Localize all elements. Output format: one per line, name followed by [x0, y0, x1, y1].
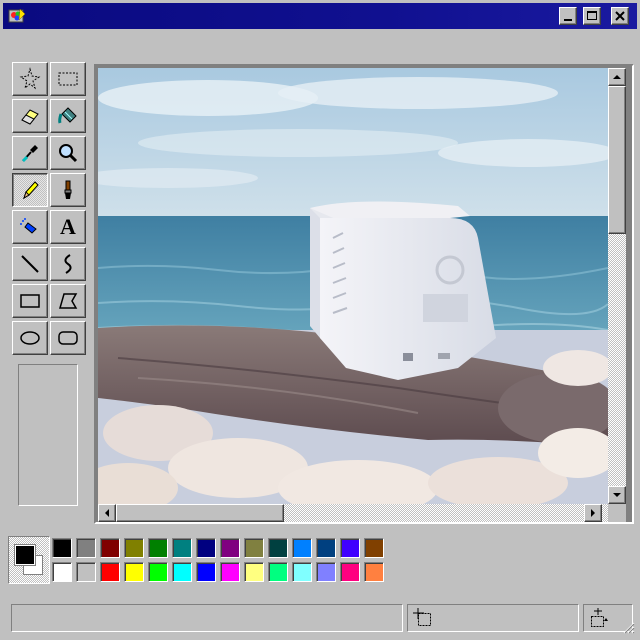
rect-select-icon [58, 72, 78, 86]
arrow-right-icon [591, 509, 595, 517]
minimize-icon [564, 19, 572, 21]
canvas-photo [98, 68, 608, 504]
current-colors[interactable] [8, 536, 50, 584]
resize-grip-icon[interactable] [621, 620, 635, 634]
maximize-button[interactable] [583, 7, 601, 25]
rounded-rect-icon [58, 331, 78, 345]
menu-bar [3, 30, 637, 58]
scroll-corner [608, 504, 626, 522]
tool-pencil[interactable] [12, 173, 48, 207]
scroll-up-button[interactable] [608, 68, 626, 86]
palette-swatch[interactable] [292, 538, 312, 558]
color-palette [8, 536, 408, 588]
ellipse-icon [20, 331, 40, 345]
tool-eraser[interactable] [12, 99, 48, 133]
drawing-canvas[interactable] [98, 68, 608, 504]
palette-swatch[interactable] [316, 562, 336, 582]
line-icon [21, 255, 39, 273]
text-icon: A [60, 214, 76, 239]
tool-airbrush[interactable] [12, 210, 48, 244]
tool-free-form-select[interactable] [12, 62, 48, 96]
title-bar[interactable] [3, 3, 637, 29]
rectangle-icon [20, 294, 40, 308]
tool-pick-color[interactable] [12, 136, 48, 170]
tool-brush[interactable] [50, 173, 86, 207]
close-icon [615, 11, 625, 21]
status-message-pane [11, 604, 403, 632]
maximize-icon [587, 11, 597, 20]
palette-swatch[interactable] [52, 538, 72, 558]
palette-swatch[interactable] [172, 562, 192, 582]
palette-swatch[interactable] [100, 562, 120, 582]
tool-select[interactable] [50, 62, 86, 96]
palette-swatch[interactable] [292, 562, 312, 582]
tool-text[interactable]: A [50, 210, 86, 244]
scroll-left-button[interactable] [98, 504, 116, 522]
paint-app-icon [8, 8, 26, 23]
star-select-icon [19, 67, 41, 90]
palette-swatch[interactable] [76, 562, 96, 582]
cursor-position-icon [413, 608, 431, 626]
palette-swatch[interactable] [340, 562, 360, 582]
selection-size-icon [591, 608, 608, 627]
tool-polygon[interactable] [50, 284, 86, 318]
paint-window: A [0, 0, 640, 640]
palette-swatch[interactable] [148, 562, 168, 582]
palette-swatch[interactable] [364, 562, 384, 582]
polygon-icon [59, 293, 78, 309]
toolbox: A [8, 62, 90, 514]
palette-swatch[interactable] [268, 562, 288, 582]
palette-swatch[interactable] [244, 538, 264, 558]
foreground-color[interactable] [15, 545, 35, 565]
tool-magnifier[interactable] [50, 136, 86, 170]
arrow-down-icon [613, 493, 621, 497]
magnifier-icon [59, 144, 78, 163]
palette-swatch[interactable] [196, 538, 216, 558]
scroll-right-button[interactable] [584, 504, 602, 522]
palette-swatch[interactable] [100, 538, 120, 558]
close-button[interactable] [611, 7, 629, 25]
palette-swatch[interactable] [124, 538, 144, 558]
airbrush-icon [20, 218, 37, 234]
minimize-button[interactable] [559, 7, 577, 25]
status-bar [3, 598, 637, 636]
palette-swatch[interactable] [148, 538, 168, 558]
tool-line[interactable] [12, 247, 48, 281]
horizontal-scroll-thumb[interactable] [116, 504, 284, 522]
tool-options-panel[interactable] [18, 364, 78, 506]
crt-monitor [310, 201, 496, 380]
canvas-frame [94, 64, 634, 524]
horizontal-scrollbar[interactable] [98, 504, 608, 522]
palette-swatch[interactable] [340, 538, 360, 558]
tool-curve[interactable] [50, 247, 86, 281]
vertical-scrollbar[interactable] [608, 68, 626, 504]
palette-swatch[interactable] [220, 538, 240, 558]
tool-rounded-rectangle[interactable] [50, 321, 86, 355]
palette-swatch[interactable] [52, 562, 72, 582]
arrow-up-icon [613, 75, 621, 79]
pencil-icon [23, 181, 39, 200]
paint-bucket-icon [58, 107, 77, 124]
palette-swatch[interactable] [316, 538, 336, 558]
palette-swatch[interactable] [268, 538, 288, 558]
palette-swatch[interactable] [196, 562, 216, 582]
tool-ellipse[interactable] [12, 321, 48, 355]
arrow-left-icon [105, 509, 109, 517]
palette-swatch[interactable] [220, 562, 240, 582]
cursor-position-pane [407, 604, 579, 632]
vertical-scroll-thumb[interactable] [608, 86, 626, 234]
brush-icon [64, 180, 72, 199]
curve-icon [64, 254, 72, 274]
tool-rectangle[interactable] [12, 284, 48, 318]
scroll-down-button[interactable] [608, 486, 626, 504]
palette-swatch[interactable] [244, 562, 264, 582]
tool-fill[interactable] [50, 99, 86, 133]
palette-swatch[interactable] [172, 538, 192, 558]
palette-swatch[interactable] [364, 538, 384, 558]
palette-swatch[interactable] [124, 562, 144, 582]
eyedropper-icon [21, 145, 38, 163]
palette-swatch[interactable] [76, 538, 96, 558]
eraser-icon [21, 109, 39, 125]
